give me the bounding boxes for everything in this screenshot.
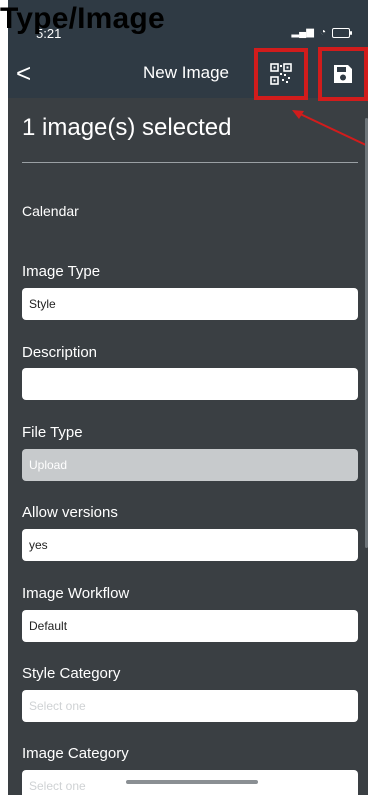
description-input[interactable] [22, 368, 358, 400]
save-button[interactable] [318, 47, 368, 101]
page-title: New Image [143, 63, 229, 82]
file-type-field: Upload [22, 449, 358, 481]
allow-versions-select[interactable]: yes [22, 529, 358, 561]
image-category-label: Image Category [22, 745, 129, 762]
qr-code-button[interactable] [254, 48, 308, 100]
allow-versions-label: Allow versions [22, 504, 118, 521]
caption-text: Type/Image [0, 2, 165, 35]
qr-code-icon [270, 63, 292, 85]
image-type-label: Image Type [22, 263, 101, 280]
selection-heading: 1 image(s) selected [22, 114, 232, 141]
image-workflow-label: Image Workflow [22, 585, 130, 602]
style-category-select[interactable]: Select one [22, 690, 358, 722]
back-button[interactable]: < [16, 60, 31, 86]
divider [22, 162, 358, 163]
phone-screen: 5:21 ▂▄▆ ◔ < New Image 1 image(s) select… [8, 0, 368, 795]
home-indicator[interactable] [126, 780, 258, 784]
form-content: 1 image(s) selected Calendar Image Type … [8, 98, 368, 795]
image-workflow-select[interactable]: Default [22, 610, 358, 642]
calendar-label: Calendar [22, 203, 79, 219]
file-type-label: File Type [22, 424, 83, 441]
style-category-label: Style Category [22, 665, 121, 682]
save-icon [334, 65, 352, 83]
description-label: Description [22, 344, 98, 361]
image-type-select[interactable]: Style [22, 288, 358, 320]
